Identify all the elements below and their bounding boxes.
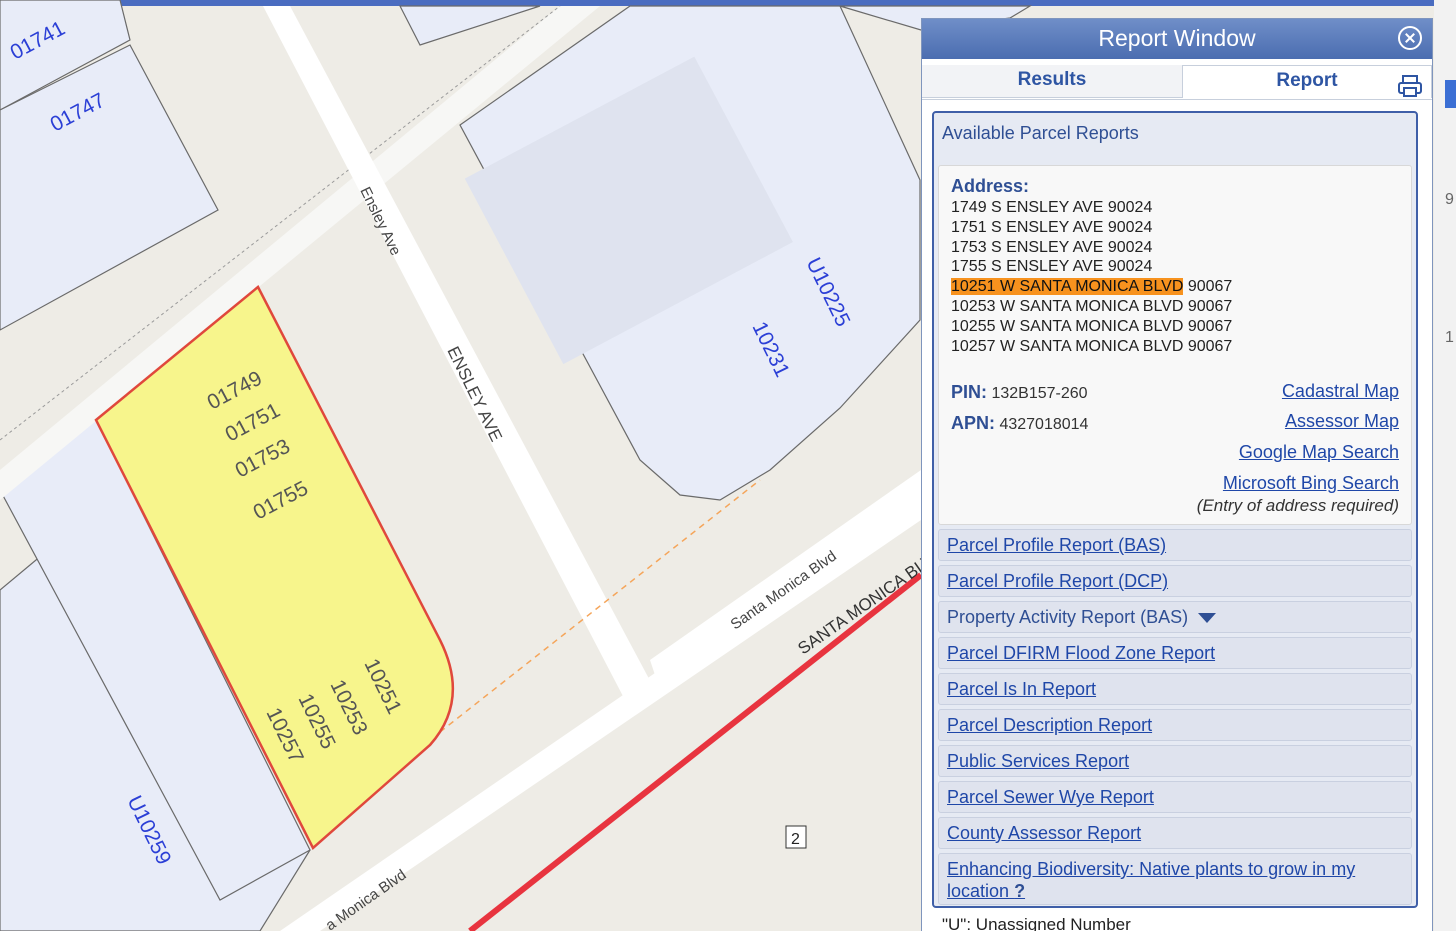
route-shield-number: 2 <box>791 831 800 848</box>
edge-glyph: 9 <box>1445 191 1454 208</box>
reports-header: Available Parcel Reports <box>942 123 1139 143</box>
cadastral-map-link[interactable]: Cadastral Map <box>1282 381 1399 402</box>
pin-value: 132B157-260 <box>991 385 1088 402</box>
report-link-profile-bas[interactable]: Parcel Profile Report (BAS) <box>938 529 1412 561</box>
address-line: 10255 W SANTA MONICA BLVD 90067 <box>951 317 1233 335</box>
apn-row: APN: 4327018014 <box>951 413 1088 434</box>
top-bar <box>0 0 1456 6</box>
address-line: 1751 S ENSLEY AVE 90024 <box>951 218 1153 236</box>
address-highlight: 10251 W SANTA MONICA BLVD <box>951 278 1184 296</box>
bing-search-link[interactable]: Microsoft Bing Search <box>1223 473 1399 494</box>
apn-label: APN: <box>951 413 995 433</box>
address-line: 10257 W SANTA MONICA BLVD 90067 <box>951 337 1233 355</box>
address-info-box: Address: 1749 S ENSLEY AVE 90024 1751 S … <box>938 165 1412 525</box>
google-map-search-link[interactable]: Google Map Search <box>1239 442 1399 463</box>
report-link-sewer-wye[interactable]: Parcel Sewer Wye Report <box>938 781 1412 813</box>
report-link-public-services[interactable]: Public Services Report <box>938 745 1412 777</box>
report-link-parcel-is-in[interactable]: Parcel Is In Report <box>938 673 1412 705</box>
report-link-biodiversity[interactable]: Enhancing Biodiversity: Native plants to… <box>938 853 1412 905</box>
report-window-tabs: Results Report <box>922 59 1432 100</box>
address-line: 1755 S ENSLEY AVE 90024 <box>951 258 1153 276</box>
report-window-title-bar[interactable]: Report Window <box>922 19 1432 59</box>
report-link-profile-dcp[interactable]: Parcel Profile Report (DCP) <box>938 565 1412 597</box>
tab-report-label: Report <box>1276 70 1338 91</box>
tab-report[interactable]: Report <box>1182 65 1432 98</box>
report-property-activity[interactable]: Property Activity Report (BAS) <box>938 601 1412 633</box>
caret-down-icon[interactable] <box>1198 613 1217 624</box>
address-line-selected: 10251 W SANTA MONICA BLVD 90067 <box>951 277 1232 297</box>
address-label: Address: <box>951 176 1030 196</box>
tab-results[interactable]: Results <box>922 65 1182 98</box>
available-reports-box: Available Parcel Reports Address: 1749 S… <box>932 111 1418 908</box>
unassigned-footnote: "U": Unassigned Number <box>942 915 1131 931</box>
apn-value: 4327018014 <box>999 416 1089 433</box>
help-icon[interactable]: ? <box>1014 881 1025 901</box>
edge-tab[interactable] <box>1445 80 1456 108</box>
address-list: 1749 S ENSLEY AVE 90024 1751 S ENSLEY AV… <box>951 198 1232 356</box>
address-line: 1753 S ENSLEY AVE 90024 <box>951 238 1153 256</box>
report-link-county-assessor[interactable]: County Assessor Report <box>938 817 1412 849</box>
report-window-title: Report Window <box>1098 25 1256 51</box>
report-window: Report Window Results Report Available P… <box>921 18 1433 931</box>
close-icon[interactable] <box>1398 26 1422 50</box>
report-link-flood-zone[interactable]: Parcel DFIRM Flood Zone Report <box>938 637 1412 669</box>
edge-glyph: 1 <box>1445 329 1454 346</box>
print-icon[interactable] <box>1397 74 1423 98</box>
report-link-parcel-description[interactable]: Parcel Description Report <box>938 709 1412 741</box>
biodiversity-line1: Enhancing Biodiversity: Native plants to… <box>947 859 1356 879</box>
biodiversity-line2: location <box>947 881 1010 901</box>
report-property-activity-label: Property Activity Report (BAS) <box>947 607 1189 627</box>
address-line: 1749 S ENSLEY AVE 90024 <box>951 199 1153 216</box>
address-line: 10253 W SANTA MONICA BLVD 90067 <box>951 297 1233 315</box>
right-edge-strip <box>1434 0 1456 931</box>
assessor-map-link[interactable]: Assessor Map <box>1285 411 1399 432</box>
entry-note: (Entry of address required) <box>1196 496 1399 515</box>
pin-label: PIN: <box>951 382 987 402</box>
pin-row: PIN: 132B157-260 <box>951 382 1088 403</box>
address-zip: 90067 <box>1187 278 1233 296</box>
